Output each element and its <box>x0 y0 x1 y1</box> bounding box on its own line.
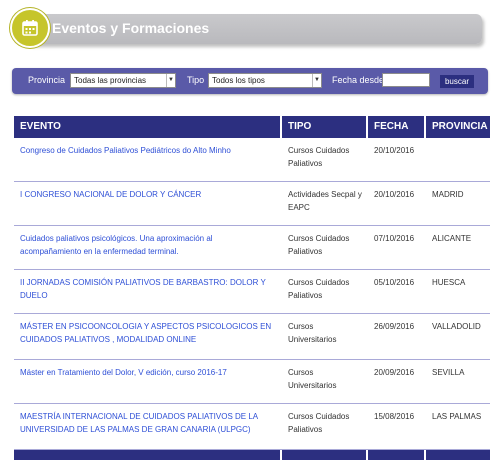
fecha-desde-input[interactable] <box>382 73 430 87</box>
table-row: MAESTRÍA INTERNACIONAL DE CUIDADOS PALIA… <box>14 404 490 450</box>
table-row: Cuidados paliativos psicológicos. Una ap… <box>14 226 490 270</box>
table-row: Máster en Tratamiento del Dolor, V edici… <box>14 360 490 404</box>
event-link[interactable]: MÁSTER EN PSICOONCOLOGIA Y ASPECTOS PSIC… <box>14 314 282 359</box>
event-date: 05/10/2016 <box>374 278 415 287</box>
column-header-tipo: TIPO <box>282 116 368 138</box>
event-province: LAS PALMAS <box>432 412 482 421</box>
column-header-evento: EVENTO <box>14 116 282 138</box>
event-date: 20/10/2016 <box>374 146 415 155</box>
table-footer <box>14 450 490 460</box>
provincia-select-value: Todas las provincias <box>74 76 147 85</box>
event-type: Cursos Universitarios <box>288 368 337 390</box>
event-type: Cursos Cuidados Paliativos <box>288 146 350 168</box>
buscar-button[interactable]: buscar <box>440 75 474 88</box>
event-province: SEVILLA <box>432 368 465 377</box>
calendar-icon <box>10 8 50 48</box>
footer-cell <box>14 450 282 460</box>
fecha-label: Fecha desde <box>332 75 385 85</box>
table-row: MÁSTER EN PSICOONCOLOGIA Y ASPECTOS PSIC… <box>14 314 490 360</box>
event-province <box>426 138 490 181</box>
tipo-label: Tipo <box>187 75 205 85</box>
provincia-select[interactable]: Todas las provincias ▼ <box>70 73 176 88</box>
section-header: Eventos y Formaciones <box>10 6 482 50</box>
footer-cell <box>282 450 368 460</box>
event-type: Cursos Universitarios <box>288 322 337 344</box>
chevron-down-icon: ▼ <box>312 74 321 87</box>
filter-bar: Provincia Todas las provincias ▼ Tipo To… <box>12 68 488 94</box>
provincia-label: Provincia <box>28 75 66 85</box>
event-type: Actividades Secpal y EAPC <box>288 190 362 212</box>
tipo-select[interactable]: Todos los tipos ▼ <box>208 73 322 88</box>
event-type: Cursos Cuidados Paliativos <box>288 234 350 256</box>
event-province: ALICANTE <box>432 234 472 243</box>
event-link[interactable]: Cuidados paliativos psicológicos. Una ap… <box>14 226 282 269</box>
page-title: Eventos y Formaciones <box>52 20 210 36</box>
event-date: 07/10/2016 <box>374 234 415 243</box>
tipo-select-value: Todos los tipos <box>212 76 265 85</box>
event-type: Cursos Cuidados Paliativos <box>288 278 350 300</box>
event-province: VALLADOLID <box>432 322 481 331</box>
event-type: Cursos Cuidados Paliativos <box>288 412 350 434</box>
events-table: EVENTO TIPO FECHA PROVINCIA Congreso de … <box>14 116 490 460</box>
event-link[interactable]: II JORNADAS COMISIÓN PALIATIVOS DE BARBA… <box>14 270 282 313</box>
event-province: MADRID <box>432 190 464 199</box>
table-row: II JORNADAS COMISIÓN PALIATIVOS DE BARBA… <box>14 270 490 314</box>
event-link[interactable]: I CONGRESO NACIONAL DE DOLOR Y CÁNCER <box>14 182 282 225</box>
event-link[interactable]: Congreso de Cuidados Paliativos Pediátri… <box>14 138 282 181</box>
event-date: 26/09/2016 <box>374 322 415 331</box>
event-province: HUESCA <box>432 278 466 287</box>
table-header: EVENTO TIPO FECHA PROVINCIA <box>14 116 490 138</box>
footer-cell <box>368 450 426 460</box>
event-date: 15/08/2016 <box>374 412 415 421</box>
column-header-provincia: PROVINCIA <box>426 116 490 138</box>
event-link[interactable]: Máster en Tratamiento del Dolor, V edici… <box>14 360 282 403</box>
footer-cell <box>426 450 490 460</box>
column-header-fecha: FECHA <box>368 116 426 138</box>
table-row: I CONGRESO NACIONAL DE DOLOR Y CÁNCER Ac… <box>14 182 490 226</box>
chevron-down-icon: ▼ <box>166 74 175 87</box>
event-date: 20/09/2016 <box>374 368 415 377</box>
event-date: 20/10/2016 <box>374 190 415 199</box>
event-link[interactable]: MAESTRÍA INTERNACIONAL DE CUIDADOS PALIA… <box>14 404 282 449</box>
table-row: Congreso de Cuidados Paliativos Pediátri… <box>14 138 490 182</box>
